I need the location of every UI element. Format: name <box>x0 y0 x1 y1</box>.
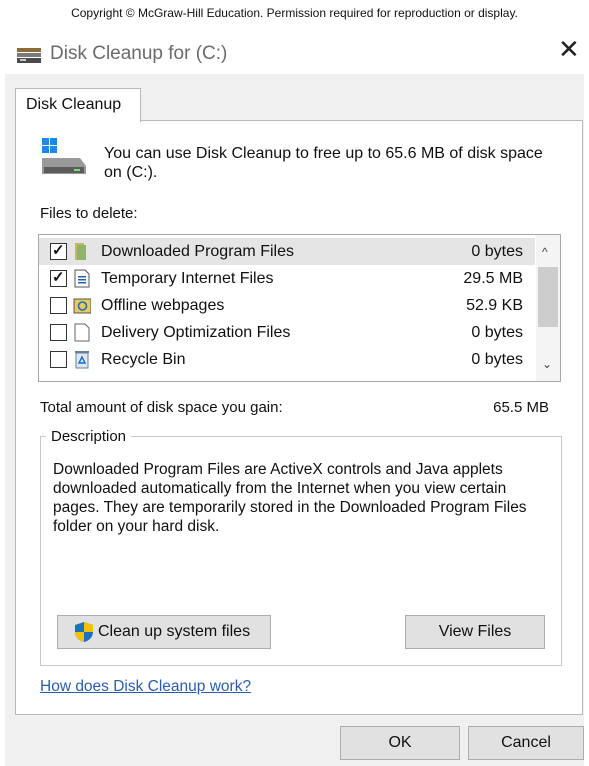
title-bar: Disk Cleanup for (C:) ✕ <box>0 30 589 72</box>
clean-up-system-files-button[interactable]: Clean up system files <box>57 615 271 649</box>
drive-icon <box>42 138 86 174</box>
total-gain-label: Total amount of disk space you gain: <box>40 399 283 416</box>
scroll-down-icon[interactable]: ⌄ <box>542 357 552 371</box>
help-link[interactable]: How does Disk Cleanup work? <box>40 678 251 696</box>
file-row-offline-webpages[interactable]: Offline webpages 52.9 KB <box>39 292 535 319</box>
file-size: 0 bytes <box>471 243 523 260</box>
cancel-button[interactable]: Cancel <box>468 726 584 760</box>
button-label: Clean up system files <box>98 623 251 640</box>
file-name: Offline webpages <box>101 297 225 314</box>
file-size: 0 bytes <box>471 351 523 368</box>
scroll-thumb[interactable] <box>538 267 558 327</box>
files-list[interactable]: ✓ Downloaded Program Files 0 bytes ✓ Tem… <box>38 234 561 382</box>
file-row-temporary-internet-files[interactable]: ✓ Temporary Internet Files 29.5 MB <box>39 265 535 292</box>
file-row-delivery-optimization-files[interactable]: Delivery Optimization Files 0 bytes <box>39 319 535 346</box>
checkbox[interactable]: ✓ <box>50 269 67 287</box>
checkbox[interactable] <box>50 297 67 314</box>
view-files-button[interactable]: View Files <box>405 615 545 649</box>
disk-cleanup-icon <box>17 48 41 63</box>
checkbox[interactable] <box>50 351 67 368</box>
checkbox[interactable]: ✓ <box>50 242 67 260</box>
file-name: Temporary Internet Files <box>101 270 274 287</box>
copyright-notice: Copyright © McGraw-Hill Education. Permi… <box>71 6 518 20</box>
description-legend: Description <box>46 428 132 445</box>
close-button[interactable]: ✕ <box>558 34 580 65</box>
file-name: Recycle Bin <box>101 351 186 368</box>
file-name: Delivery Optimization Files <box>101 324 291 341</box>
file-size: 0 bytes <box>471 324 523 341</box>
list-scrollbar[interactable]: ^ ⌄ <box>536 235 560 381</box>
file-size: 52.9 KB <box>466 297 523 314</box>
button-label: OK <box>388 734 412 751</box>
file-size: 29.5 MB <box>463 270 523 287</box>
files-to-delete-label: Files to delete: <box>40 205 138 222</box>
window-title: Disk Cleanup for (C:) <box>50 43 228 64</box>
folder-icon <box>75 243 86 260</box>
blank-document-icon <box>74 323 90 342</box>
button-label: Cancel <box>501 734 551 751</box>
tab-label: Disk Cleanup <box>26 96 122 113</box>
file-row-downloaded-program-files[interactable]: ✓ Downloaded Program Files 0 bytes <box>39 238 535 265</box>
intro-text: You can use Disk Cleanup to free up to 6… <box>104 145 543 181</box>
file-name: Downloaded Program Files <box>101 243 294 260</box>
tab-disk-cleanup[interactable]: Disk Cleanup <box>15 88 141 122</box>
checkbox[interactable] <box>50 324 67 341</box>
recycle-bin-icon <box>75 351 89 369</box>
total-gain-value: 65.5 MB <box>493 399 549 416</box>
scroll-up-icon[interactable]: ^ <box>542 245 548 259</box>
button-label: View Files <box>438 623 512 640</box>
description-text: Downloaded Program Files are ActiveX con… <box>53 461 527 535</box>
uac-shield-icon <box>75 622 93 642</box>
document-lines-icon <box>74 269 90 288</box>
file-row-recycle-bin[interactable]: Recycle Bin 0 bytes <box>39 346 535 373</box>
sync-folder-icon <box>73 298 91 314</box>
ok-button[interactable]: OK <box>340 726 460 760</box>
